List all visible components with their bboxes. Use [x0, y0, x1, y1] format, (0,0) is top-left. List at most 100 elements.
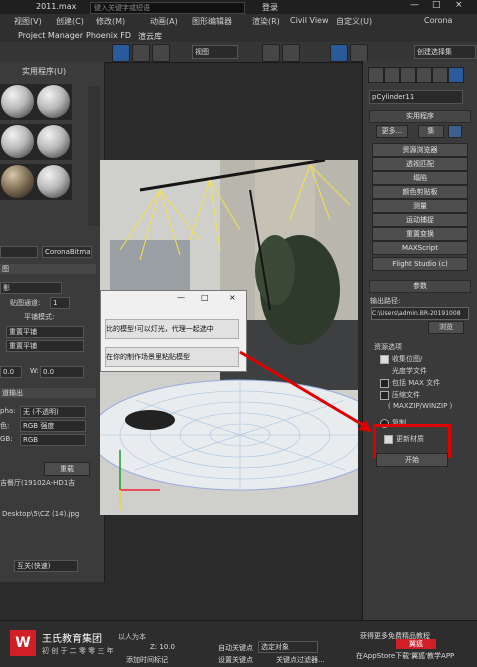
window-crossing-icon[interactable] — [152, 44, 170, 62]
utility-reset-xform[interactable]: 重置变换 — [372, 227, 468, 241]
paste-model-button[interactable]: 在你的制作场景里粘贴模型 — [105, 347, 239, 367]
key-filter-button[interactable]: 关键点过滤器... — [276, 655, 325, 665]
add-time-tag-button[interactable]: 添加时间标记 — [126, 655, 168, 665]
alpha-dropdown[interactable]: 无 (不透明) — [20, 406, 86, 418]
copy-model-button[interactable]: 比的模型!可以灯光，代理一起选中 — [105, 319, 239, 339]
snap-icon[interactable] — [330, 44, 348, 62]
material-sphere-icon — [1, 85, 34, 118]
display-tab-icon[interactable] — [432, 67, 448, 83]
set-key-button[interactable]: 设置关键点 — [218, 655, 253, 665]
dialog-close-icon[interactable]: × — [229, 293, 236, 302]
output-path-field[interactable]: C:\Users\admin.BR-20191008 — [371, 307, 469, 320]
search-input[interactable]: 键入关键字或短语 — [90, 2, 245, 14]
tab-utilities[interactable]: 实用程序(U) — [22, 66, 66, 77]
material-slot[interactable] — [0, 164, 36, 200]
tiling-mode-label: 平铺模式: — [24, 313, 55, 321]
utility-measure[interactable]: 测量 — [372, 199, 468, 213]
selection-set-dropdown[interactable]: 创建选择集 — [414, 45, 476, 59]
view-dropdown[interactable]: 视图 — [192, 45, 238, 59]
create-tab-icon[interactable] — [368, 67, 384, 83]
collect-maps-checkbox[interactable]: 收集位图/ — [380, 354, 422, 364]
minimize-icon[interactable]: — — [410, 0, 419, 10]
projection-dropdown[interactable]: 影 — [0, 282, 62, 294]
move-icon[interactable] — [262, 44, 280, 62]
w-value-field[interactable]: 0.0 — [40, 366, 84, 378]
motion-tab-icon[interactable] — [416, 67, 432, 83]
select-region-icon[interactable] — [132, 44, 150, 62]
main-toolbar: 视图 创建选择集 — [0, 42, 477, 63]
close-icon[interactable]: × — [455, 0, 463, 10]
menu-modify[interactable]: 修改(M) — [96, 16, 125, 27]
utility-collapse[interactable]: 塌陷 — [372, 171, 468, 185]
select-icon[interactable] — [112, 44, 130, 62]
menu-create[interactable]: 创建(C) — [56, 16, 84, 27]
map-type-field[interactable]: CoronaBitmap — [42, 246, 92, 258]
menu-render-library[interactable]: 渲云库 — [138, 31, 162, 42]
modify-tab-icon[interactable] — [384, 67, 400, 83]
material-editor: 实用程序(U) CoronaBitmap 图 影 贴图通道: 1 平铺模式: 重… — [0, 62, 105, 582]
utility-flight-studio[interactable]: Flight Studio (c) — [372, 257, 468, 271]
photometric-label: 光度学文件 — [392, 367, 427, 375]
maxzip-label: ( MAXZIP/WINZIP ) — [388, 402, 453, 410]
auto-key-button[interactable]: 自动关键点 — [218, 643, 253, 653]
color-dropdown[interactable]: RGB 强度 — [20, 420, 86, 432]
material-sphere-icon — [37, 165, 70, 198]
rgb-dropdown[interactable]: RGB — [20, 434, 86, 446]
utilities-rollout-title[interactable]: 实用程序 — [369, 110, 471, 123]
hierarchy-tab-icon[interactable] — [400, 67, 416, 83]
rotate-icon[interactable] — [282, 44, 300, 62]
menu-civil-view[interactable]: Civil View — [290, 16, 329, 25]
dialog-minimize-icon[interactable]: — — [177, 293, 185, 302]
menu-phoenix-fd[interactable]: Phoenix FD — [86, 31, 131, 40]
menu-graph-editors[interactable]: 图形编辑器 — [192, 16, 232, 27]
compress-checkbox[interactable]: 压缩文件 — [380, 390, 420, 400]
menu-bar-2: Project Manager Phoenix FD 渲云库 — [0, 30, 477, 42]
maximize-icon[interactable]: □ — [432, 0, 441, 10]
material-slot[interactable] — [0, 124, 36, 160]
update-material-checkbox[interactable]: 更新材质 — [384, 434, 424, 444]
map-name-field[interactable] — [0, 246, 38, 258]
filter-dropdown[interactable]: 互关(快速) — [14, 560, 78, 572]
tiling-v-dropdown[interactable]: 重置平铺 — [6, 340, 84, 352]
start-button[interactable]: 开始 — [376, 453, 448, 467]
menu-animation[interactable]: 动画(A) — [150, 16, 178, 27]
more-button[interactable]: 更多... — [376, 125, 408, 138]
login-link[interactable]: 登录 — [262, 2, 278, 13]
material-sphere-icon — [1, 125, 34, 158]
params-rollout-title[interactable]: 参数 — [369, 280, 471, 293]
map-channel-field[interactable]: 1 — [50, 297, 70, 309]
w-label: W: — [30, 367, 39, 375]
include-max-checkbox[interactable]: 包括 MAX 文件 — [380, 378, 440, 388]
brand-badge: 翼狐 — [396, 639, 436, 649]
file-name: 2011.max — [36, 2, 77, 11]
tiling-u-dropdown[interactable]: 重置平铺 — [6, 326, 84, 338]
section-title[interactable]: 图 — [0, 264, 96, 274]
material-slot[interactable] — [0, 84, 36, 120]
menu-customize[interactable]: 自定义(U) — [336, 16, 372, 27]
menu-rendering[interactable]: 渲染(R) — [252, 16, 280, 27]
utility-asset-browser[interactable]: 资源浏览器 — [372, 143, 468, 157]
utilities-tab-icon[interactable] — [448, 67, 464, 83]
output-section-title[interactable]: 道输出 — [0, 388, 96, 398]
browse-button[interactable]: 浏览 — [428, 321, 464, 334]
menu-project-manager[interactable]: Project Manager — [18, 31, 83, 40]
utility-maxscript[interactable]: MAXScript — [372, 241, 468, 255]
selected-object-dropdown[interactable]: 选定对象 — [258, 641, 318, 653]
dialog-maximize-icon[interactable]: □ — [201, 293, 209, 302]
utility-color-clipboard[interactable]: 颜色剪贴板 — [372, 185, 468, 199]
object-name-field[interactable]: pCylinder11 — [369, 90, 463, 104]
utility-motion-capture[interactable]: 运动捕捉 — [372, 213, 468, 227]
u-value-field[interactable]: 0.0 — [0, 366, 22, 378]
material-slot[interactable] — [36, 84, 72, 120]
utility-perspective-match[interactable]: 透视匹配 — [372, 157, 468, 171]
arrow-annotation — [239, 350, 372, 432]
angle-snap-icon[interactable] — [350, 44, 368, 62]
material-slot[interactable] — [36, 124, 72, 160]
material-slot[interactable] — [36, 164, 72, 200]
menu-corona[interactable]: Corona — [424, 16, 452, 25]
menu-view[interactable]: 视图(V) — [14, 16, 42, 27]
company-name: 王氏教育集团 — [42, 634, 102, 645]
configure-icon[interactable] — [448, 125, 462, 138]
sets-button[interactable]: 集 — [418, 125, 444, 138]
reload-button[interactable]: 重载 — [44, 462, 90, 476]
